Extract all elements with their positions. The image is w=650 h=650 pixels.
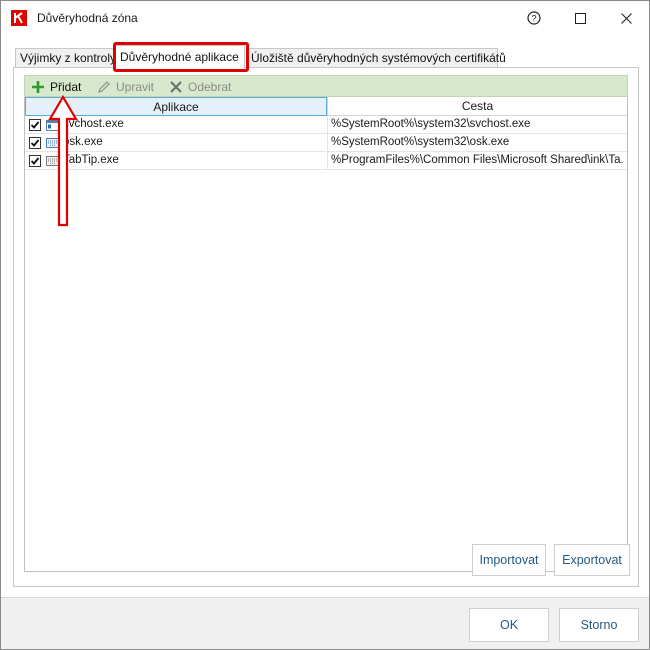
row-checkbox[interactable] <box>29 137 41 149</box>
add-button[interactable]: Přidat <box>31 79 81 95</box>
export-button[interactable]: Exportovat <box>554 544 630 576</box>
table-row[interactable]: svchost.exe %SystemRoot%\system32\svchos… <box>25 116 627 134</box>
column-header-application[interactable]: Aplikace <box>25 97 327 116</box>
dialog-window: Důvěryhodná zóna ? Výjimky z kontroly Dů… <box>0 0 650 650</box>
close-icon <box>620 12 632 24</box>
app-path: %SystemRoot%\system32\osk.exe <box>331 136 510 148</box>
plus-icon <box>32 81 44 93</box>
table-header: Aplikace Cesta <box>25 97 627 116</box>
ok-button[interactable]: OK <box>469 608 549 642</box>
remove-button[interactable]: Odebrat <box>169 79 231 95</box>
keyboard-icon <box>46 138 60 148</box>
import-button[interactable]: Importovat <box>472 544 546 576</box>
edit-button-label: Upravit <box>116 80 155 94</box>
app-name: TabTip.exe <box>63 154 119 166</box>
toolbar: Přidat Upravit Odebrat <box>24 75 628 97</box>
row-checkbox[interactable] <box>29 119 41 131</box>
maximize-icon <box>574 12 586 24</box>
help-icon: ? <box>527 11 541 25</box>
tab-trusted-certificates[interactable]: Úložiště důvěryhodných systémových certi… <box>246 48 506 67</box>
checkmark-icon <box>30 121 40 129</box>
add-button-label: Přidat <box>50 80 82 94</box>
close-button[interactable] <box>603 1 649 35</box>
column-header-path[interactable]: Cesta <box>327 97 627 116</box>
app-path: %SystemRoot%\system32\svchost.exe <box>331 118 531 130</box>
table-row[interactable]: TabTip.exe %ProgramFiles%\Common Files\M… <box>25 152 627 170</box>
dialog-footer: OK Storno <box>1 597 649 649</box>
checkmark-icon <box>30 139 40 147</box>
tab-scan-exclusions[interactable]: Výjimky z kontroly <box>15 48 116 67</box>
remove-button-label: Odebrat <box>188 80 232 94</box>
title-bar: Důvěryhodná zóna ? <box>1 1 649 35</box>
app-name: svchost.exe <box>63 118 124 130</box>
remove-icon <box>170 81 182 93</box>
dialog-content: Výjimky z kontroly Důvěryhodné aplikace … <box>1 35 649 597</box>
tab-trusted-applications[interactable]: Důvěryhodné aplikace <box>115 45 245 68</box>
help-button[interactable]: ? <box>511 1 557 35</box>
svg-text:?: ? <box>531 14 536 24</box>
table-row[interactable]: osk.exe %SystemRoot%\system32\osk.exe <box>25 134 627 152</box>
tab-panel: Přidat Upravit Odebrat Aplikace Cesta sv… <box>13 67 639 587</box>
window-title: Důvěryhodná zóna <box>37 11 138 25</box>
edit-button[interactable]: Upravit <box>97 79 154 95</box>
kaspersky-logo-icon <box>11 10 27 26</box>
cancel-button[interactable]: Storno <box>559 608 639 642</box>
checkmark-icon <box>30 157 40 165</box>
keyboard-icon <box>46 156 60 166</box>
row-checkbox[interactable] <box>29 155 41 167</box>
window-app-icon <box>46 120 60 131</box>
applications-table: Aplikace Cesta svchost.exe %SystemRoot%\… <box>24 97 628 572</box>
app-path: %ProgramFiles%\Common Files\Microsoft Sh… <box>331 154 624 166</box>
app-name: osk.exe <box>63 136 103 148</box>
maximize-button[interactable] <box>557 1 603 35</box>
pencil-icon <box>98 81 110 93</box>
